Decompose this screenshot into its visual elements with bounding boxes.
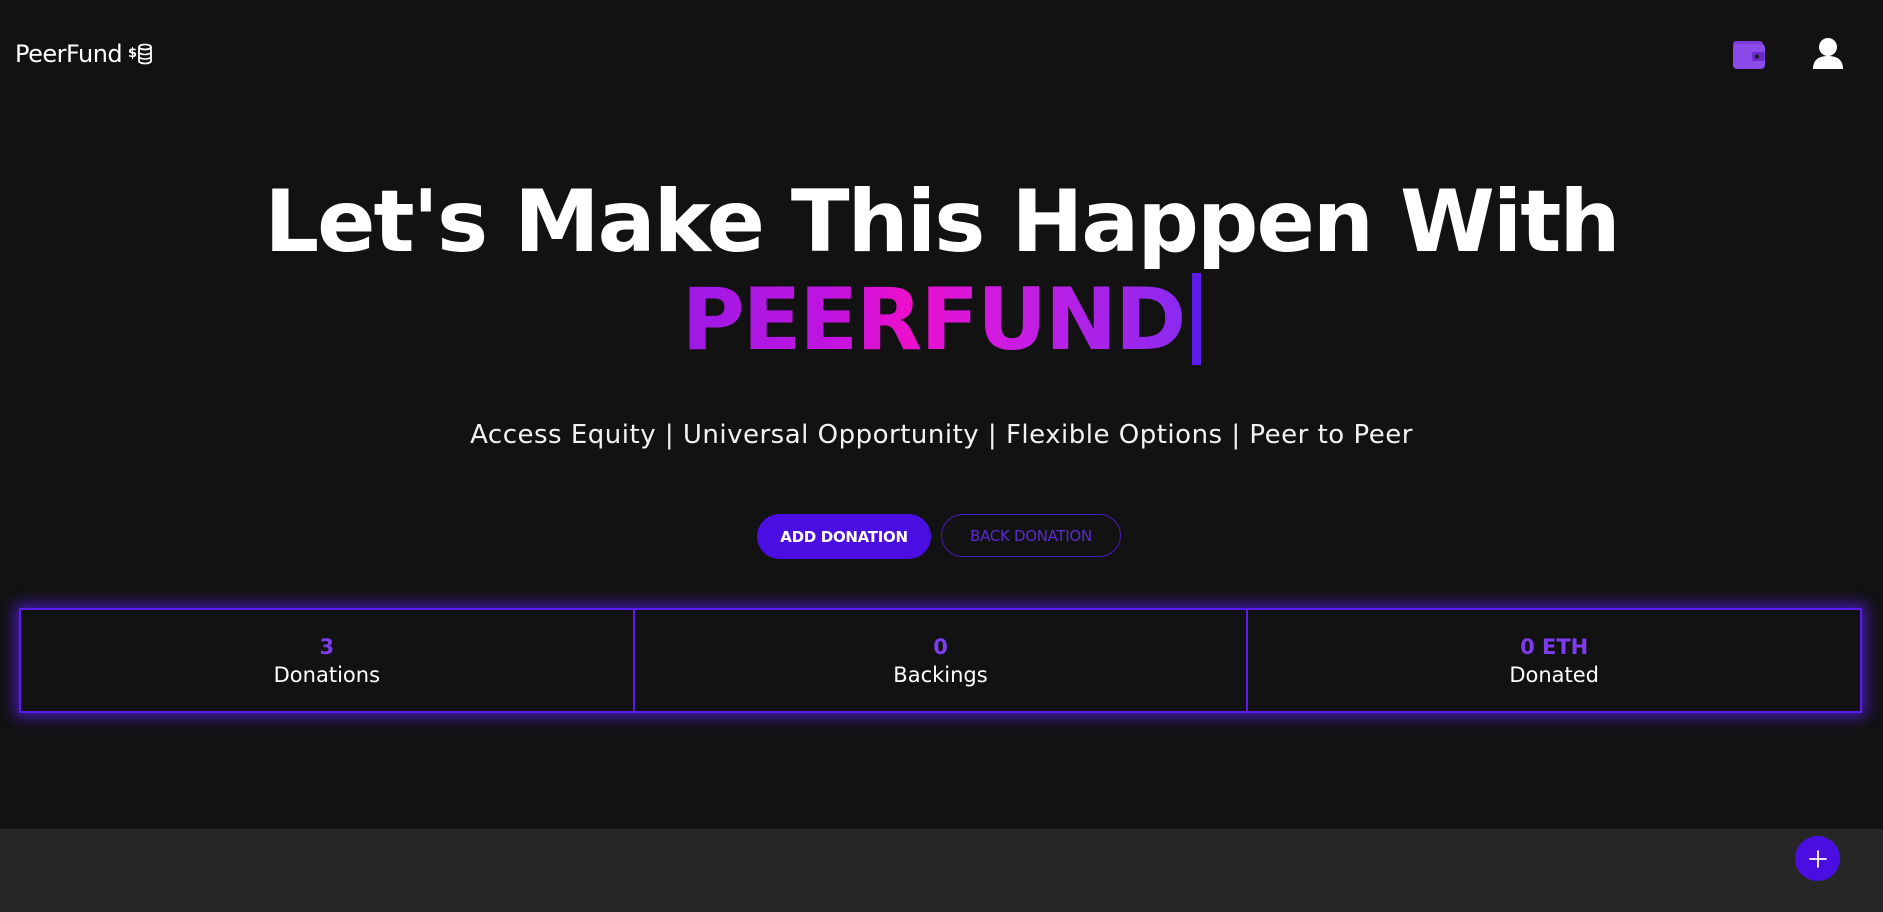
- stat-label: Donated: [1509, 662, 1600, 687]
- brand-name: PeerFund: [15, 40, 123, 68]
- stat-donated: 0 ETH Donated: [1248, 610, 1860, 711]
- stat-label: Backings: [893, 662, 988, 687]
- stat-value: 0 ETH: [1520, 634, 1589, 659]
- header-actions: [1583, 34, 1883, 74]
- back-donation-button[interactable]: BACK DONATION: [941, 514, 1121, 557]
- stat-value: 0: [933, 634, 948, 659]
- tagline: Access Equity | Universal Opportunity | …: [470, 420, 1413, 450]
- wallet-icon: [1733, 41, 1765, 69]
- stat-donations: 3 Donations: [21, 610, 635, 711]
- hero-title: Let's Make This Happen With: [264, 172, 1620, 272]
- footer-band: [0, 829, 1883, 912]
- svg-text:$: $: [128, 46, 137, 61]
- stat-backings: 0 Backings: [635, 610, 1249, 711]
- app-root: PeerFund $ Let's Make This Happen With P…: [0, 0, 1883, 829]
- add-donation-button[interactable]: ADD DONATION: [757, 514, 931, 559]
- user-button[interactable]: [1811, 36, 1845, 70]
- hero-brand-text: PEERFUND: [681, 270, 1187, 370]
- wallet-button[interactable]: [1732, 38, 1766, 70]
- stat-label: Donations: [273, 662, 381, 687]
- stat-value: 3: [319, 634, 335, 659]
- coins-icon: $: [128, 42, 154, 66]
- plus-icon: [1808, 849, 1827, 868]
- add-fab-button[interactable]: [1795, 836, 1840, 881]
- typing-cursor: [1192, 273, 1202, 365]
- brand[interactable]: PeerFund $: [15, 40, 154, 68]
- hero-brand-line: PEERFUND: [0, 270, 1883, 394]
- stats-panel: 3 Donations 0 Backings 0 ETH Donated: [19, 608, 1862, 713]
- user-icon: [1813, 38, 1843, 69]
